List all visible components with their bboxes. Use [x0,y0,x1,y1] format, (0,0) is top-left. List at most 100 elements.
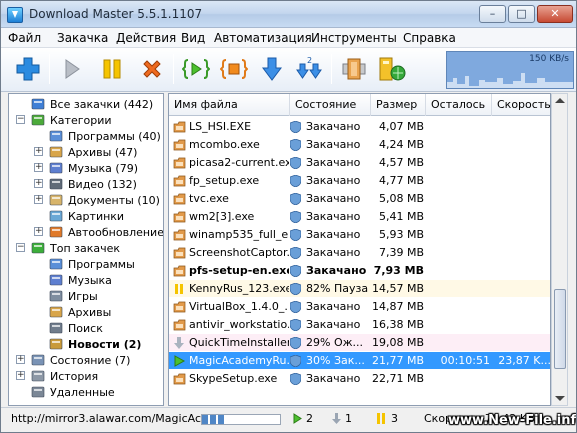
sidebar-item[interactable]: Категории [31,112,112,128]
column-header-size[interactable]: Размер [371,94,426,116]
tree-expander-icon[interactable]: + [16,371,25,380]
table-row[interactable]: picasa2-current.exe Закачано 4,57 MB [169,154,550,171]
filename-text: antivir_workstatio... [189,318,289,331]
start-button[interactable] [57,54,87,84]
scroll-down-icon[interactable] [555,396,565,401]
sidebar-item[interactable]: Удаленные [31,384,115,400]
minimize-button[interactable]: – [479,5,506,23]
documents-icon [49,194,63,206]
table-row[interactable]: fp_setup.exe Закачано 4,77 MB [169,172,550,189]
menu-help[interactable]: Справка [403,31,456,45]
cell-state: Закачано [290,172,370,189]
start-all-button[interactable] [181,54,211,84]
tree-expander-icon[interactable]: + [34,147,43,156]
stop-all-button[interactable] [219,54,249,84]
exe-file-icon [173,229,186,240]
state-text: Закачано [306,156,361,169]
sidebar-item[interactable]: Поиск [49,320,103,336]
vertical-scrollbar[interactable] [551,93,568,406]
sidebar-item-label: Поиск [68,321,103,335]
column-header-filename[interactable]: Имя файла [169,94,290,116]
games-icon [49,290,63,302]
start-all-icon [182,59,210,79]
delete-button[interactable] [137,54,167,84]
table-row[interactable]: ScreenshotCaptor... Закачано 7,39 MB [169,244,550,261]
sidebar-item-label: Программы [68,257,135,271]
sidebar-item[interactable]: Архивы [49,304,111,320]
menu-download[interactable]: Закачка [57,31,108,45]
table-row[interactable]: pfs-setup-en.exe Закачано 7,93 MB [169,262,550,279]
state-text: Закачано [306,300,361,313]
close-button[interactable]: ✕ [537,5,573,23]
sidebar-item[interactable]: Автообновление [49,224,163,240]
sidebar-item[interactable]: Программы [49,256,135,272]
table-row[interactable]: MagicAcademyRu... 30% Зак... 21,77 MB 00:10… [169,352,550,369]
table-row[interactable]: QuickTimeInstaller... 29% Ож... 19,08 MB [169,334,550,351]
sidebar-item[interactable]: Все закачки (442) [31,96,153,112]
sidebar-item[interactable]: Архивы (47) [49,144,137,160]
table-row[interactable]: mcombo.exe Закачано 4,24 MB [169,136,550,153]
menu-file[interactable]: Файл [8,31,41,45]
filename-text: ScreenshotCaptor... [189,246,289,259]
column-header-state[interactable]: Состояние [290,94,371,116]
table-row[interactable]: VirtualBox_1.4.0_... Закачано 14,87 MB [169,298,550,315]
menu-actions[interactable]: Действия [116,31,176,45]
active-downloads-icon [293,413,302,424]
tree-expander-icon[interactable]: − [16,115,25,124]
tree-expander-icon[interactable]: + [34,163,43,172]
sidebar-item-label: Архивы [68,305,112,319]
paused-count: 3 [391,412,398,425]
speed-graph[interactable]: 150 KB/s [446,51,574,89]
cell-filename: wm2[3].exe [173,208,289,225]
tree-expander-icon[interactable]: − [16,243,25,252]
column-header-remaining[interactable]: Осталось [426,94,492,116]
cell-remaining [427,262,490,279]
tree-expander-icon[interactable]: + [16,355,25,364]
table-row[interactable]: SkypeSetup.exe Закачано 22,71 MB [169,370,550,387]
plugins-button[interactable] [339,54,369,84]
sidebar-item[interactable]: Музыка (79) [49,160,138,176]
sidebar-item[interactable]: Документы (10) [49,192,160,208]
scrollbar-thumb[interactable] [554,289,566,369]
table-row[interactable]: antivir_workstatio... Закачано 16,38 MB [169,316,550,333]
download-button[interactable] [257,54,287,84]
sidebar-item[interactable]: История [31,368,98,384]
sidebar-item[interactable]: Музыка [49,272,112,288]
table-row[interactable]: wm2[3].exe Закачано 5,41 MB [169,208,550,225]
cell-filename: tvc.exe [173,190,289,207]
sidebar-item[interactable]: Картинки [49,208,124,224]
top-downloads-icon [31,242,45,254]
menu-tools[interactable]: Инструменты [311,31,397,45]
shield-icon [290,372,301,385]
table-row[interactable]: KennyRus_123.exe 82% Пауза 14,57 MB [169,280,550,297]
cell-filename: mcombo.exe [173,136,289,153]
sidebar-item[interactable]: Состояние (7) [31,352,130,368]
exe-file-icon [173,175,186,186]
title-bar[interactable]: Download Master 5.5.1.1107 – □ ✕ [1,1,576,28]
sidebar-item[interactable]: Топ закачек [31,240,120,256]
filename-text: winamp535_full_e... [189,228,289,241]
tree-expander-icon[interactable]: + [34,179,43,188]
scheduled-download-button[interactable]: 2 [295,54,325,84]
table-row[interactable]: LS_HSI.EXE Закачано 4,07 MB [169,118,550,135]
state-text: 29% Ож... [306,336,364,349]
sidebar-item[interactable]: Новости (2) [49,336,141,352]
maximize-button[interactable]: □ [508,5,535,23]
add-button[interactable] [13,54,43,84]
cell-speed [493,262,550,279]
pause-button[interactable] [97,54,127,84]
menu-view[interactable]: Вид [181,31,205,45]
table-row[interactable]: winamp535_full_e... Закачано 5,93 MB [169,226,550,243]
scroll-up-icon[interactable] [555,98,565,103]
column-header-speed[interactable]: Скорость [492,94,550,116]
sidebar-item[interactable]: Программы (40) [49,128,161,144]
sidebar-item[interactable]: Игры [49,288,98,304]
menu-automation[interactable]: Автоматизация [214,31,312,45]
tree-expander-icon[interactable]: + [34,195,43,204]
sidebar-item[interactable]: Видео (132) [49,176,137,192]
cell-remaining [427,136,490,153]
table-row[interactable]: tvc.exe Закачано 5,08 MB [169,190,550,207]
cell-remaining [427,280,490,297]
tree-expander-icon[interactable]: + [34,227,43,236]
site-manager-button[interactable] [377,54,407,84]
